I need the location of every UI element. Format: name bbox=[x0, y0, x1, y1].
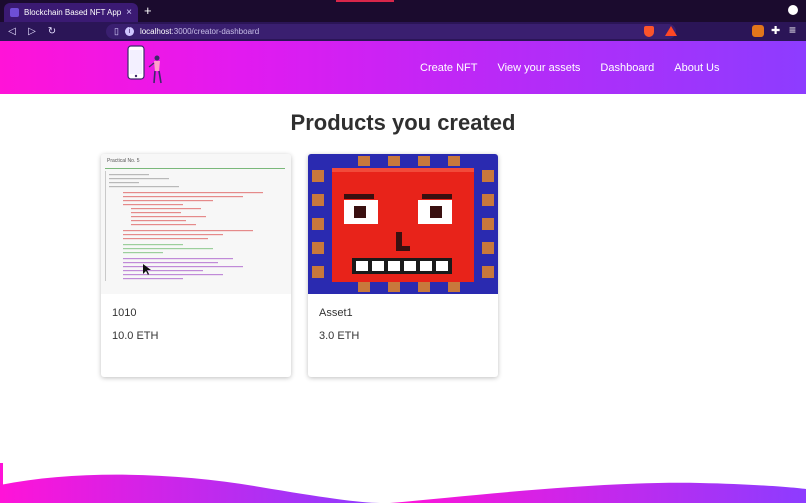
product-image-pixel-face[interactable] bbox=[308, 154, 498, 294]
tab-title: Blockchain Based NFT Applicat bbox=[24, 8, 122, 17]
reload-icon[interactable]: ↻ bbox=[44, 26, 60, 37]
browser-menu-icon[interactable] bbox=[788, 5, 798, 15]
footer-wave-decoration bbox=[0, 463, 806, 503]
tab-close-icon[interactable]: × bbox=[126, 7, 132, 18]
site-header: Create NFT View your assets Dashboard Ab… bbox=[0, 41, 806, 94]
product-price: 10.0 ETH bbox=[112, 330, 159, 342]
tab-strip-accent bbox=[336, 0, 394, 2]
main-nav: Create NFT View your assets Dashboard Ab… bbox=[420, 62, 720, 74]
browser-tab-bar: Blockchain Based NFT Applicat × + bbox=[0, 0, 806, 22]
nav-dashboard[interactable]: Dashboard bbox=[600, 62, 654, 74]
product-image-document[interactable]: Practical No. 5 bbox=[101, 154, 291, 294]
url-text[interactable]: localhost:3000/creator-dashboard bbox=[140, 27, 259, 36]
brave-shield-icon[interactable] bbox=[644, 26, 654, 37]
extensions-icon[interactable]: ✚ bbox=[771, 24, 780, 37]
page-title: Products you created bbox=[290, 110, 516, 135]
product-price: 3.0 ETH bbox=[319, 330, 360, 342]
forward-icon[interactable]: ▷ bbox=[24, 26, 40, 37]
browser-toolbar: ◁ ▷ ↻ ▯ i localhost:3000/creator-dashboa… bbox=[0, 22, 806, 41]
browser-tab[interactable]: Blockchain Based NFT Applicat × bbox=[4, 3, 138, 22]
nav-create-nft[interactable]: Create NFT bbox=[420, 62, 477, 74]
browser-menu-icon[interactable]: ≡ bbox=[789, 23, 796, 37]
product-card[interactable]: Asset1 3.0 ETH bbox=[308, 154, 498, 377]
nav-about-us[interactable]: About Us bbox=[674, 62, 719, 74]
product-name: 1010 bbox=[112, 307, 137, 319]
nav-view-assets[interactable]: View your assets bbox=[497, 62, 580, 74]
tab-favicon-icon bbox=[10, 8, 19, 17]
address-bar[interactable]: ▯ i localhost:3000/creator-dashboard bbox=[106, 24, 676, 39]
logo-phone-person-icon[interactable] bbox=[125, 45, 170, 87]
document-thumb-heading: Practical No. 5 bbox=[107, 158, 140, 164]
brave-rewards-icon[interactable] bbox=[665, 26, 677, 36]
product-name: Asset1 bbox=[319, 307, 353, 319]
product-card[interactable]: Practical No. 5 1010 10.0 ETH bbox=[101, 154, 291, 377]
bookmark-icon[interactable]: ▯ bbox=[114, 26, 119, 37]
back-icon[interactable]: ◁ bbox=[4, 26, 20, 37]
metamask-extension-icon[interactable] bbox=[752, 25, 764, 37]
site-info-icon[interactable]: i bbox=[124, 27, 134, 36]
new-tab-button[interactable]: + bbox=[144, 3, 152, 19]
